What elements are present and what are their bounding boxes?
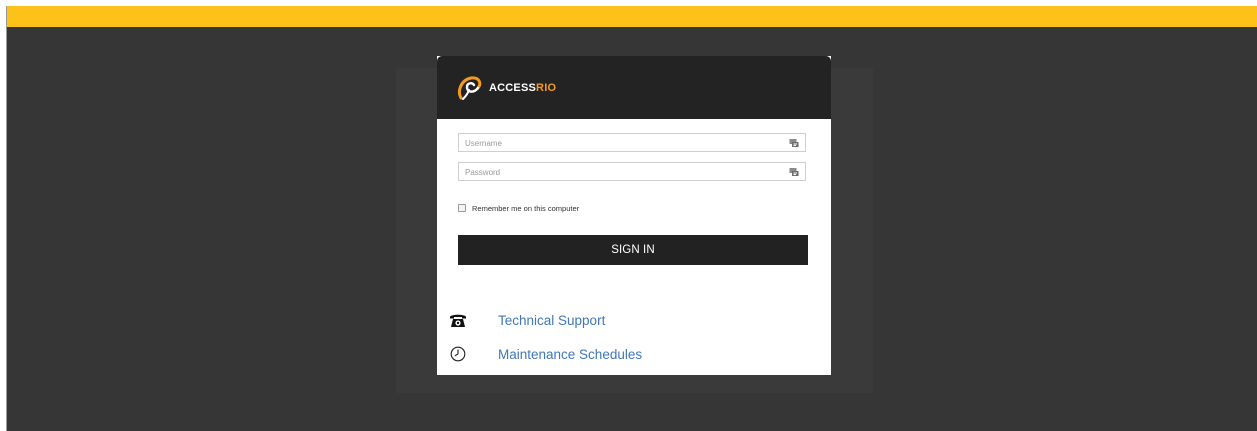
login-card: ACCESSRIO Remember me on this com — [437, 56, 831, 375]
clock-icon — [449, 345, 467, 363]
id-card-icon — [789, 168, 799, 176]
username-field[interactable] — [458, 133, 806, 152]
sign-in-button[interactable]: SIGN IN — [458, 235, 808, 265]
maintenance-schedules-link[interactable]: Maintenance Schedules — [449, 343, 642, 365]
logo-wordmark: ACCESSRIO — [489, 82, 557, 94]
login-card-header: ACCESSRIO — [437, 56, 831, 119]
top-accent-bar — [7, 6, 1257, 27]
remember-me-label[interactable]: Remember me on this computer — [472, 204, 579, 213]
telephone-icon — [449, 311, 467, 329]
accessrio-logo: ACCESSRIO — [455, 75, 556, 101]
password-input[interactable] — [465, 165, 775, 179]
remember-me-row: Remember me on this computer — [458, 202, 579, 214]
accessrio-logo-icon — [457, 76, 482, 100]
technical-support-link[interactable]: Technical Support — [449, 309, 605, 331]
technical-support-label[interactable]: Technical Support — [498, 313, 605, 328]
remember-me-checkbox[interactable] — [458, 204, 466, 212]
username-input[interactable] — [465, 136, 775, 150]
app-background: ACCESSRIO Remember me on this com — [6, 6, 1257, 431]
id-card-icon — [789, 139, 799, 147]
maintenance-schedules-label[interactable]: Maintenance Schedules — [498, 347, 642, 362]
password-field[interactable] — [458, 162, 806, 181]
